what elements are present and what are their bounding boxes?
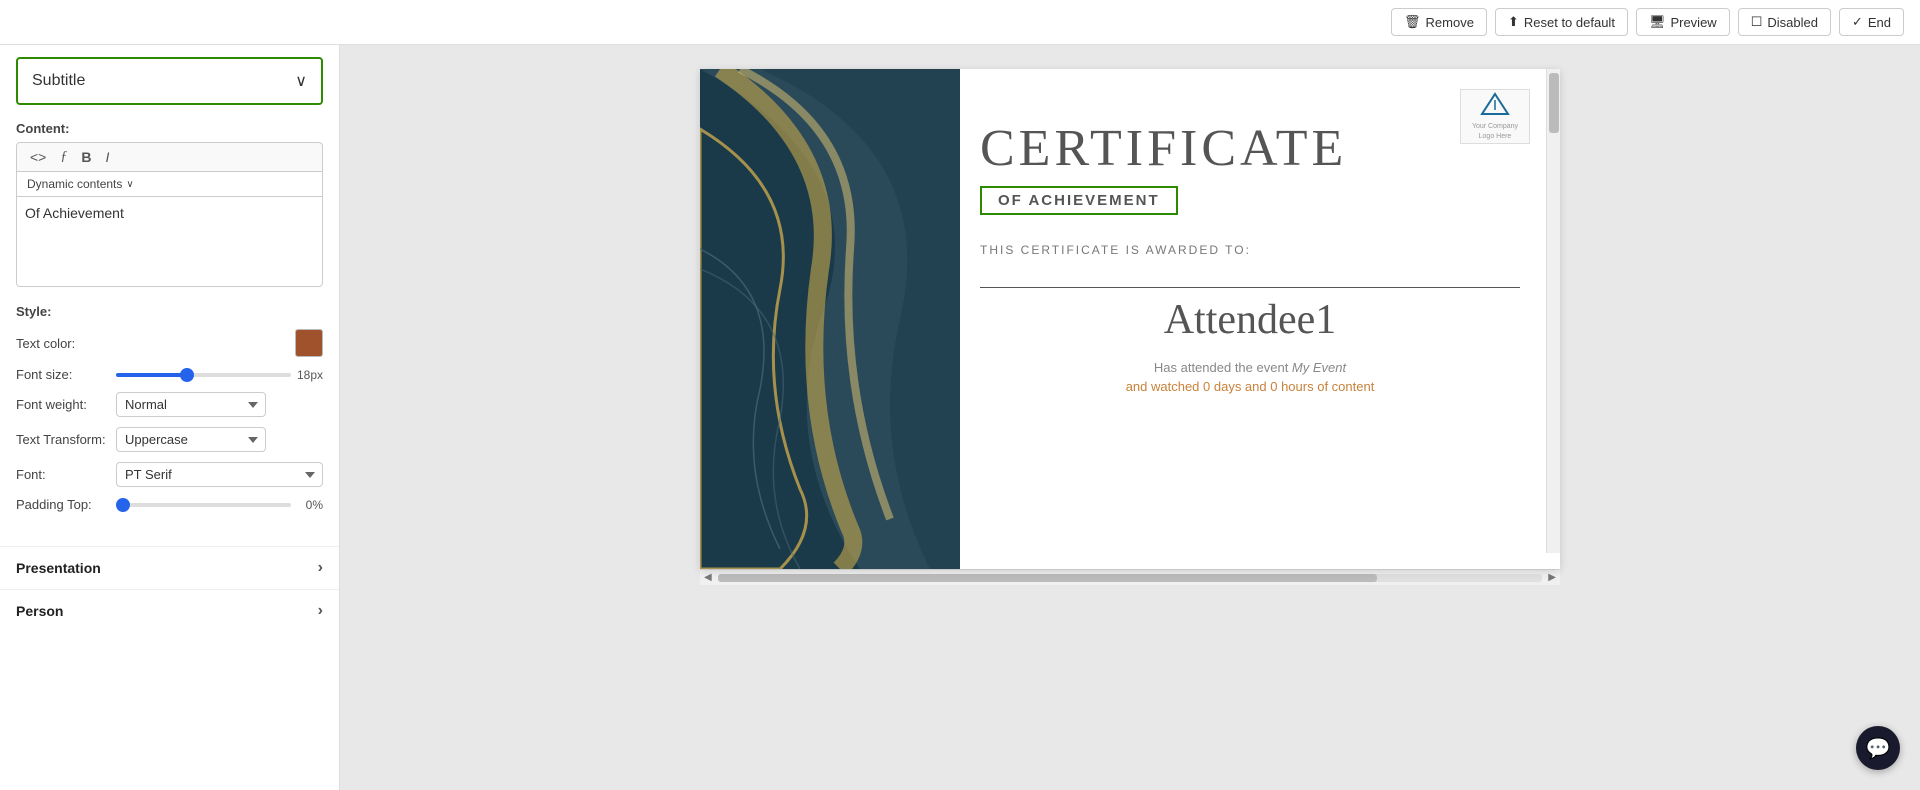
presentation-section[interactable]: Presentation ›	[0, 546, 339, 589]
text-color-swatch[interactable]	[295, 329, 323, 357]
subtitle-header[interactable]: Subtitle ∨	[16, 57, 323, 105]
chat-icon: 💬	[1866, 736, 1891, 761]
style-section: Style: Text color: Font size: 18px Font	[0, 292, 339, 512]
padding-top-label: Padding Top:	[16, 497, 116, 512]
font-weight-row: Font weight: Normal Bold Light	[16, 392, 323, 417]
presentation-chevron-icon: ›	[318, 559, 323, 577]
remove-button[interactable]: 🗑 Remove	[1391, 8, 1487, 36]
font-select[interactable]: PT Serif Arial Georgia Verdana	[116, 462, 323, 487]
cert-hscrollbar: ◀ ▶	[700, 569, 1560, 585]
cert-has-attended: Has attended the event My Event	[980, 360, 1520, 375]
font-size-row: Font size: 18px	[16, 367, 323, 382]
reset-icon: ⬆	[1508, 14, 1519, 30]
chat-bubble[interactable]: 💬	[1856, 726, 1900, 770]
padding-top-slider-wrap	[116, 503, 291, 507]
text-color-row: Text color:	[16, 329, 323, 357]
content-textarea[interactable]: Of Achievement	[16, 197, 323, 287]
left-panel: Subtitle ∨ Content: <> ƒ B I Dynamic con…	[0, 45, 340, 790]
style-label: Style:	[16, 304, 323, 319]
remove-icon: 🗑	[1404, 14, 1421, 30]
italic-f-button[interactable]: ƒ	[55, 147, 72, 167]
preview-label: Preview	[1670, 15, 1716, 30]
end-button[interactable]: ✓ End	[1839, 8, 1904, 36]
reset-button[interactable]: ⬆ Reset to default	[1495, 8, 1628, 36]
cert-hscroll-thumb	[718, 574, 1378, 582]
cert-event-name: My Event	[1292, 360, 1346, 375]
end-label: End	[1868, 15, 1891, 30]
dynamic-contents-label: Dynamic contents	[27, 177, 122, 191]
person-label: Person	[16, 603, 63, 619]
cert-has-attended-text: Has attended the event	[1154, 360, 1292, 375]
padding-top-slider[interactable]	[116, 503, 291, 507]
editor-toolbar: <> ƒ B I	[16, 142, 323, 172]
cert-watched-text: and watched 0 days and 0 hours of conten…	[980, 379, 1520, 394]
font-size-value: 18px	[291, 368, 323, 382]
chevron-down-icon: ∨	[295, 71, 307, 91]
subtitle-label: Subtitle	[32, 72, 85, 90]
font-size-slider[interactable]	[116, 373, 291, 377]
font-size-slider-wrap	[116, 373, 291, 377]
text-transform-select[interactable]: Uppercase Lowercase Capitalize None	[116, 427, 266, 452]
presentation-label: Presentation	[16, 560, 101, 576]
cert-awarded-text: THIS CERTIFICATE IS AWARDED TO:	[980, 243, 1520, 257]
certificate-container: Your CompanyLogo Here CERTIFICATE OF ACH…	[700, 69, 1560, 569]
padding-top-value: 0%	[291, 498, 323, 512]
font-row: Font: PT Serif Arial Georgia Verdana	[16, 462, 323, 487]
text-transform-label: Text Transform:	[16, 432, 116, 447]
person-section[interactable]: Person ›	[0, 589, 339, 632]
bold-button[interactable]: B	[76, 147, 96, 167]
cert-attendee-line	[980, 287, 1520, 288]
content-label: Content:	[0, 121, 339, 142]
scroll-left-arrow-icon[interactable]: ◀	[700, 572, 716, 583]
code-button[interactable]: <>	[25, 147, 51, 167]
right-area: Your CompanyLogo Here CERTIFICATE OF ACH…	[340, 45, 1920, 790]
font-weight-select[interactable]: Normal Bold Light	[116, 392, 266, 417]
main-layout: Subtitle ∨ Content: <> ƒ B I Dynamic con…	[0, 45, 1920, 790]
text-color-label: Text color:	[16, 336, 116, 351]
reset-label: Reset to default	[1524, 15, 1615, 30]
cert-title: CERTIFICATE	[980, 119, 1520, 178]
dynamic-contents-row[interactable]: Dynamic contents ∨	[16, 172, 323, 197]
padding-top-row: Padding Top: 0%	[16, 497, 323, 512]
text-transform-row: Text Transform: Uppercase Lowercase Capi…	[16, 427, 323, 452]
dynamic-contents-chevron: ∨	[126, 179, 133, 190]
font-label: Font:	[16, 467, 116, 482]
font-weight-label: Font weight:	[16, 397, 116, 412]
toolbar: 🗑 Remove ⬆ Reset to default 🖥 Preview ☐ …	[0, 0, 1920, 45]
font-size-label: Font size:	[16, 367, 116, 382]
italic-button[interactable]: I	[100, 147, 114, 167]
cert-attendee-name: Attendee1	[980, 296, 1520, 344]
cert-hscroll-track[interactable]	[718, 574, 1543, 582]
scroll-right-arrow-icon[interactable]: ▶	[1544, 572, 1560, 583]
person-chevron-icon: ›	[318, 602, 323, 620]
disabled-icon: ☐	[1751, 14, 1763, 30]
cert-subtitle: OF ACHIEVEMENT	[980, 186, 1178, 215]
disabled-label: Disabled	[1767, 15, 1818, 30]
remove-label: Remove	[1426, 15, 1474, 30]
preview-button[interactable]: 🖥 Preview	[1636, 8, 1730, 36]
cert-content: CERTIFICATE OF ACHIEVEMENT THIS CERTIFIC…	[700, 69, 1560, 424]
end-icon: ✓	[1852, 14, 1863, 30]
disabled-button[interactable]: ☐ Disabled	[1738, 8, 1831, 36]
preview-icon: 🖥	[1649, 14, 1666, 30]
